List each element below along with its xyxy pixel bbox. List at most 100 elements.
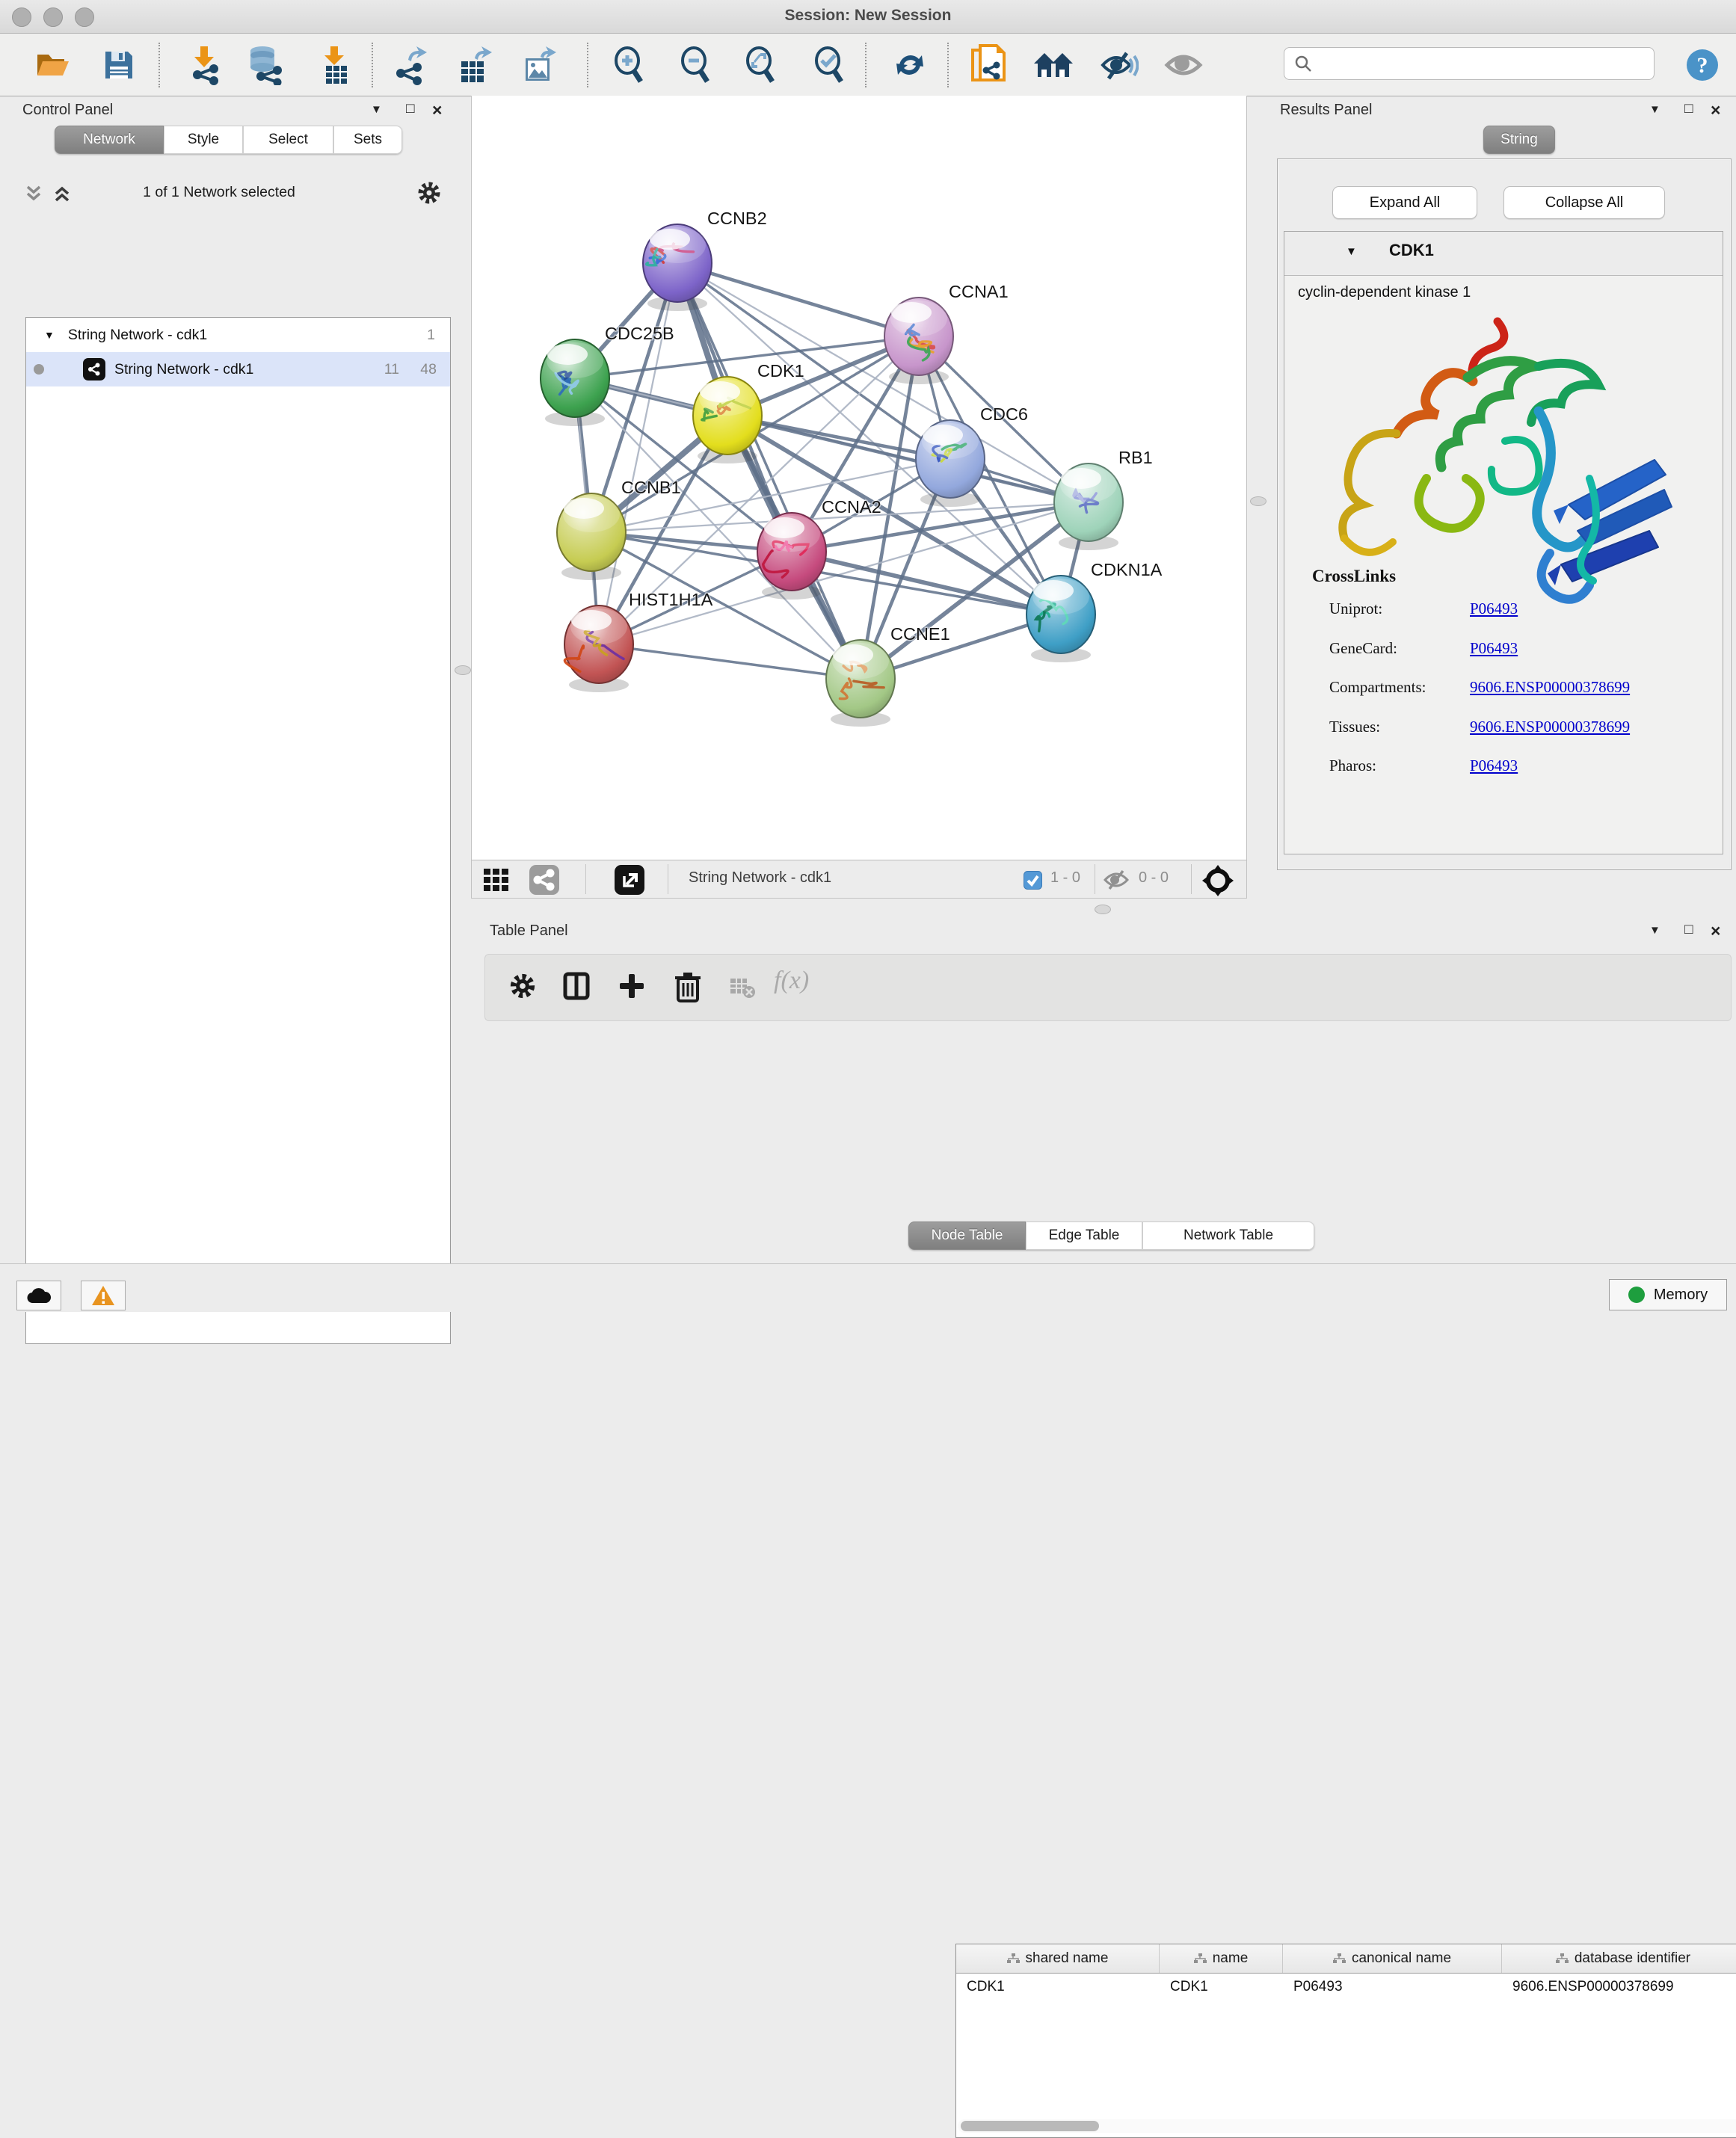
column-header-database-identifier[interactable]: database identifier	[1502, 1944, 1736, 1973]
help-icon[interactable]: ?	[1679, 44, 1726, 86]
show-hide-icon[interactable]	[1160, 44, 1207, 86]
tree-expander-icon[interactable]: ▼	[44, 329, 55, 341]
tab-edge-table[interactable]: Edge Table	[1026, 1222, 1142, 1250]
network-row[interactable]: String Network - cdk1 11 48	[26, 352, 450, 386]
control-panel-menu-icon[interactable]: ▼	[371, 103, 382, 116]
horizontal-splitter-grip[interactable]	[1095, 905, 1111, 914]
import-network-from-file-icon[interactable]	[181, 44, 227, 86]
edge-HIST1H1A-CCNE1[interactable]	[599, 644, 861, 679]
string-results-box: Expand All Collapse All ▼ CDK1 cyclin-de…	[1277, 158, 1732, 870]
open-session-icon[interactable]	[30, 44, 76, 86]
zoom-fit-content-icon[interactable]	[737, 44, 784, 86]
node-CCNE1[interactable]	[826, 640, 895, 727]
expand-all-button[interactable]: Expand All	[1332, 186, 1477, 219]
network-selection-status: 1 of 1 Network selected	[96, 184, 342, 201]
edge-CCNB2-CCNE1[interactable]	[677, 263, 861, 679]
crosslink-link[interactable]: 9606.ENSP00000378699	[1470, 678, 1630, 696]
table-panel-float-icon[interactable]: □	[1684, 922, 1693, 938]
crosslink-link[interactable]: P06493	[1470, 600, 1518, 617]
left-splitter-grip[interactable]	[455, 665, 471, 675]
table-panel-menu-icon[interactable]: ▼	[1649, 924, 1660, 937]
control-panel-float-icon[interactable]: □	[406, 101, 414, 117]
open-view-in-window-icon[interactable]	[614, 864, 645, 899]
collapse-all-button[interactable]: Collapse All	[1503, 186, 1665, 219]
zoom-selected-icon[interactable]	[806, 44, 852, 86]
export-image-icon[interactable]	[516, 44, 562, 86]
crosslink-label: Uniprot:	[1329, 600, 1470, 618]
tab-select[interactable]: Select	[243, 126, 333, 154]
column-header-shared-name[interactable]: shared name	[956, 1944, 1160, 1973]
expand-all-tree-icon[interactable]	[52, 184, 72, 203]
table-panel-close-icon[interactable]: ×	[1711, 921, 1720, 941]
apply-preferred-layout-icon[interactable]	[887, 44, 933, 86]
network-options-gear-icon[interactable]	[416, 179, 443, 210]
right-splitter-grip[interactable]	[1250, 496, 1266, 506]
node-CCNA1[interactable]	[884, 298, 953, 384]
string-network-badge-icon[interactable]	[529, 864, 560, 899]
delete-column-trash-icon[interactable]	[674, 971, 702, 1006]
protein-section-header[interactable]: ▼ CDK1	[1284, 232, 1723, 276]
zoom-in-icon[interactable]	[606, 44, 652, 86]
crosslink-link[interactable]: P06493	[1470, 757, 1518, 774]
memory-button[interactable]: Memory	[1609, 1279, 1727, 1310]
tab-network-table[interactable]: Network Table	[1142, 1222, 1314, 1250]
first-neighbors-icon[interactable]	[1030, 44, 1077, 86]
table-body: CDK1CDK1P064939606.ENSP00000378699cyclin…	[956, 1974, 1736, 2000]
birdseye-grid-icon[interactable]	[482, 866, 511, 898]
network-tree: ▼ String Network - cdk1 1 String Network…	[25, 317, 451, 1344]
node-CCNB2[interactable]	[643, 224, 712, 311]
center-view-crosshair-icon[interactable]	[1201, 864, 1234, 901]
column-header-canonical-name[interactable]: canonical name	[1283, 1944, 1502, 1973]
node-CDC25B[interactable]	[541, 339, 609, 426]
table-settings-gear-icon[interactable]	[508, 971, 538, 1005]
node-CDKN1A[interactable]	[1026, 576, 1095, 662]
create-column-plus-icon[interactable]	[617, 971, 647, 1005]
warning-status-icon[interactable]	[81, 1281, 126, 1310]
results-panel-close-icon[interactable]: ×	[1711, 100, 1720, 120]
export-table-icon[interactable]	[452, 44, 498, 86]
node-table[interactable]: shared namenamecanonical namedatabase id…	[955, 1944, 1736, 2138]
scrollbar-thumb[interactable]	[961, 2121, 1099, 2131]
tab-node-table[interactable]: Node Table	[908, 1222, 1026, 1250]
crosslink-label: Tissues:	[1329, 718, 1470, 736]
cloud-status-icon[interactable]	[16, 1281, 61, 1310]
tab-string[interactable]: String	[1483, 126, 1555, 154]
network-collection-row[interactable]: ▼ String Network - cdk1 1	[26, 318, 450, 352]
node-label-RB1: RB1	[1118, 448, 1153, 467]
column-header-name[interactable]: name	[1160, 1944, 1283, 1973]
results-panel-float-icon[interactable]: □	[1684, 101, 1693, 117]
table-row[interactable]: CDK1CDK1P064939606.ENSP00000378699cyclin…	[956, 1974, 1736, 2000]
graphics-details-icon[interactable]	[1096, 44, 1142, 86]
tab-sets[interactable]: Sets	[333, 126, 402, 154]
tab-style[interactable]: Style	[164, 126, 243, 154]
import-network-from-database-icon[interactable]	[241, 44, 288, 86]
import-table-from-file-icon[interactable]	[311, 44, 357, 86]
network-canvas[interactable]: CCNB2CCNA1CDC25BCDK1CDC6RB1CCNB1CCNA2CDK…	[471, 96, 1247, 860]
show-columns-icon[interactable]	[561, 971, 591, 1005]
export-network-icon[interactable]	[387, 44, 433, 86]
hidden-count: 0 - 0	[1139, 869, 1169, 887]
node-HIST1H1A[interactable]	[564, 606, 633, 692]
table-panel-title: Table Panel	[490, 922, 568, 940]
table-horizontal-scrollbar[interactable]	[958, 2119, 1736, 2133]
selected-checkbox-icon[interactable]	[1024, 871, 1042, 893]
node-RB1[interactable]	[1054, 463, 1123, 550]
table-panel-tabs: Node TableEdge TableNetwork Table	[908, 1222, 1314, 1250]
search-box[interactable]	[1284, 47, 1655, 80]
edge-CCNB2-CCNA1[interactable]	[677, 263, 919, 336]
section-expander-icon[interactable]: ▼	[1346, 245, 1357, 258]
tab-network[interactable]: Network	[55, 126, 164, 154]
collapse-all-tree-icon[interactable]	[24, 184, 43, 203]
crosslink-link[interactable]: 9606.ENSP00000378699	[1470, 718, 1630, 736]
new-network-from-selection-icon[interactable]	[966, 44, 1012, 86]
results-panel-menu-icon[interactable]: ▼	[1649, 103, 1660, 116]
node-count: 11	[384, 361, 399, 378]
control-panel-close-icon[interactable]: ×	[432, 100, 442, 120]
crosslink-link[interactable]: P06493	[1470, 639, 1518, 657]
node-label-HIST1H1A: HIST1H1A	[629, 590, 713, 609]
save-session-icon[interactable]	[96, 44, 142, 86]
edge-CCNA2-CDKN1A[interactable]	[792, 552, 1061, 614]
zoom-out-icon[interactable]	[672, 44, 718, 86]
search-input[interactable]	[1313, 55, 1630, 73]
edge-CCNB2-HIST1H1A[interactable]	[599, 263, 677, 644]
